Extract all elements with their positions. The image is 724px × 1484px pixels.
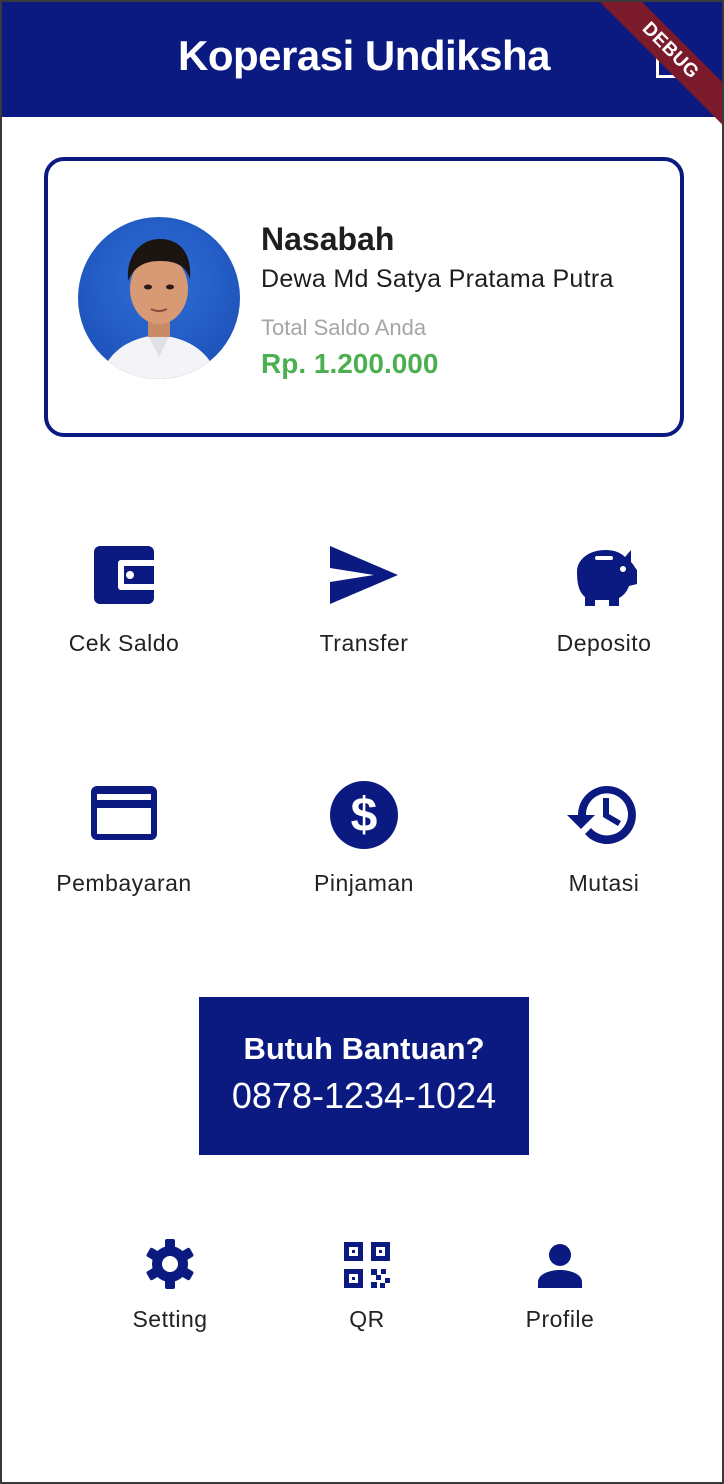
nav-label: Profile [525, 1306, 595, 1332]
app-title: Koperasi Undiksha [178, 32, 550, 79]
avatar [78, 217, 240, 379]
menu-label: Cek Saldo [68, 630, 180, 656]
help-phone: 0878-1234-1024 [231, 1075, 497, 1116]
app-screen: Koperasi Undiksha DEBUG Nasabah Dewa Md … [0, 0, 724, 1484]
help-title: Butuh Bantuan? [243, 1031, 485, 1066]
menu-cek-saldo[interactable]: Cek Saldo [4, 532, 244, 682]
menu-transfer[interactable]: Transfer [244, 532, 484, 682]
credit-card-icon [89, 784, 159, 842]
menu-pembayaran[interactable]: Pembayaran [4, 772, 244, 922]
nav-setting[interactable]: Setting [80, 1238, 260, 1348]
nav-label: QR [349, 1306, 385, 1332]
menu-label: Pinjaman [314, 870, 414, 896]
menu-label: Transfer [319, 630, 409, 656]
menu-label: Pembayaran [56, 870, 192, 896]
svg-text:$: $ [351, 789, 378, 842]
balance-label: Total Saldo Anda [261, 315, 427, 340]
send-icon [328, 544, 400, 606]
help-box[interactable]: Butuh Bantuan? 0878-1234-1024 [199, 997, 529, 1155]
dollar-circle-icon: $ [329, 780, 399, 850]
wallet-icon [92, 544, 156, 606]
person-icon [538, 1244, 582, 1288]
account-name: Dewa Md Satya Pratama Putra [261, 265, 614, 293]
account-role: Nasabah [261, 221, 395, 257]
menu-pinjaman[interactable]: $ Pinjaman [244, 772, 484, 922]
nav-label: Setting [132, 1306, 208, 1332]
gear-icon [144, 1238, 196, 1290]
nav-qr[interactable]: QR [277, 1238, 457, 1348]
app-bar: Koperasi Undiksha [2, 2, 722, 117]
menu-label: Mutasi [568, 870, 640, 896]
menu-label: Deposito [556, 630, 652, 656]
balance-value: Rp. 1.200.000 [261, 348, 439, 379]
history-icon [567, 782, 641, 848]
logout-icon[interactable] [652, 42, 682, 82]
qr-code-icon [344, 1242, 390, 1288]
nav-profile[interactable]: Profile [470, 1238, 650, 1348]
profile-card: Nasabah Dewa Md Satya Pratama Putra Tota… [44, 157, 684, 437]
menu-deposito[interactable]: Deposito [484, 532, 722, 682]
piggy-bank-icon [569, 542, 639, 608]
menu-mutasi[interactable]: Mutasi [484, 772, 722, 922]
